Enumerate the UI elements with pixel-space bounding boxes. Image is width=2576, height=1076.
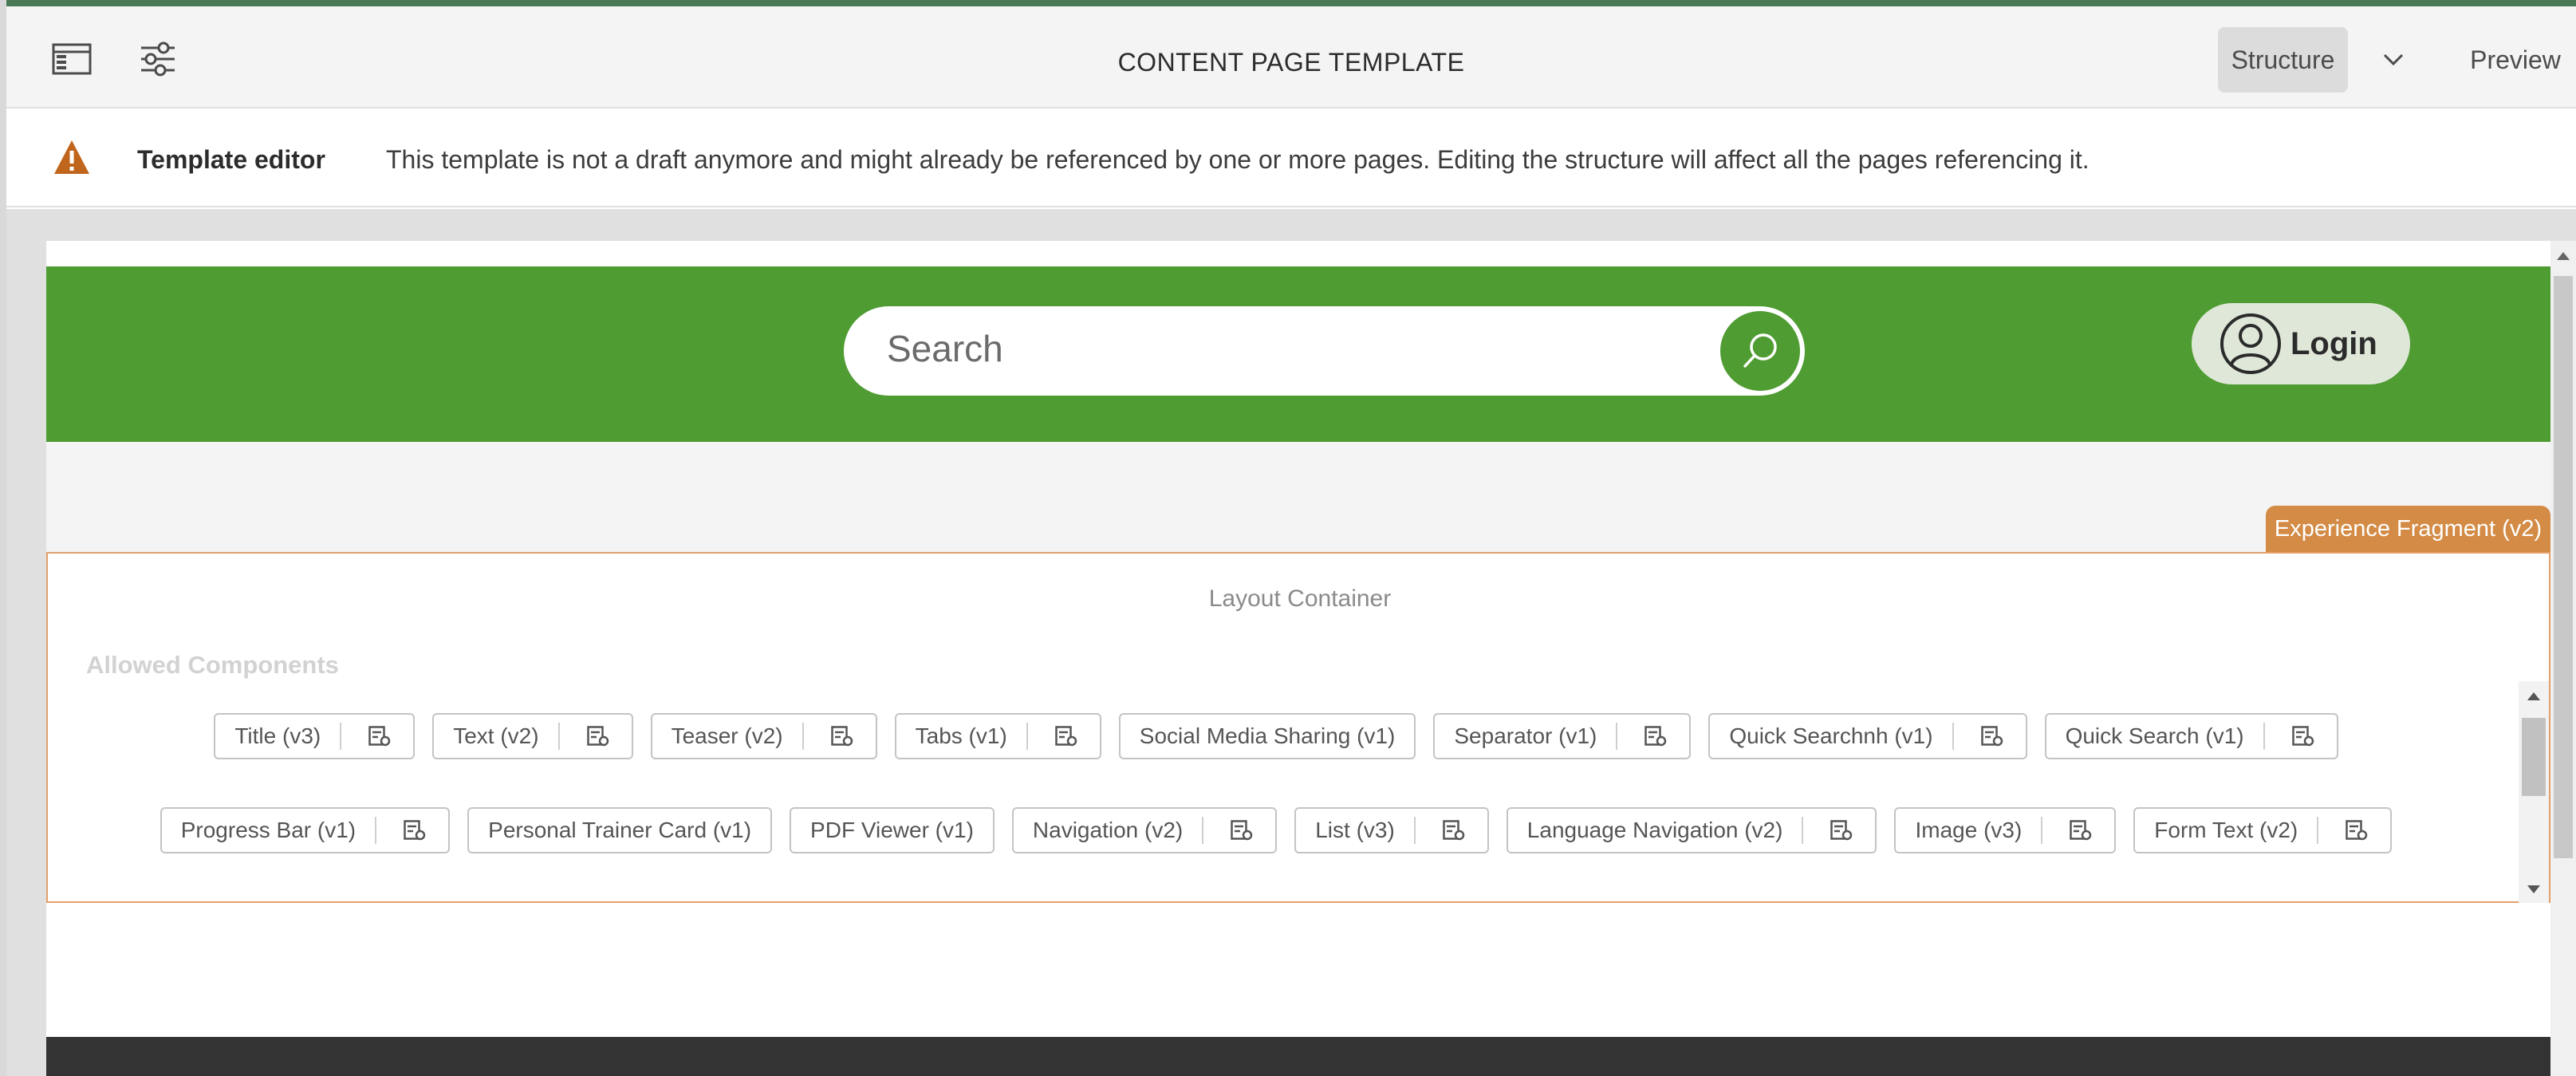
component-policy-button[interactable] [1954, 726, 2026, 747]
component-label: Social Media Sharing (v1) [1139, 723, 1396, 748]
component-chip[interactable]: Title (v3) [214, 713, 416, 759]
component-policy-button[interactable] [376, 820, 448, 841]
component-chip[interactable]: Language Navigation (v2) [1506, 807, 1877, 853]
search-button[interactable] [1720, 311, 1800, 391]
component-label: Tabs (v1) [915, 723, 1007, 748]
component-policy-button[interactable] [1416, 820, 1487, 841]
component-chip[interactable]: Social Media Sharing (v1) [1118, 713, 1416, 759]
component-chip[interactable]: Teaser (v2) [650, 713, 877, 759]
components-scrollbar[interactable] [2519, 681, 2549, 903]
component-chip[interactable]: List (v3) [1294, 807, 1489, 853]
site-footer[interactable] [46, 1037, 2550, 1076]
layout-container[interactable]: Layout Container Allowed Components Titl… [46, 552, 2550, 903]
components-row-1: Title (v3) Text (v2) Teaser (v2) Tabs (v… [48, 713, 2504, 759]
component-chip[interactable]: Tabs (v1) [894, 713, 1101, 759]
component-chip[interactable]: Form Text (v2) [2133, 807, 2393, 853]
component-policy-button[interactable] [2265, 726, 2337, 747]
component-label: Language Navigation (v2) [1526, 818, 1783, 842]
component-policy-button[interactable] [804, 726, 876, 747]
allowed-components-label: Allowed Components [86, 651, 339, 679]
component-chip[interactable]: Text (v2) [432, 713, 633, 759]
component-label: Teaser (v2) [671, 723, 783, 748]
scroll-down-arrow-icon[interactable] [2527, 885, 2540, 893]
component-label: Text (v2) [453, 723, 539, 748]
warning-icon [54, 140, 89, 174]
preview-mode-button[interactable]: Preview [2455, 27, 2576, 93]
editor-header: CONTENT PAGE TEMPLATE Structure Preview [6, 6, 2576, 108]
policy-icon [1644, 726, 1667, 747]
component-label: Navigation (v2) [1032, 818, 1184, 842]
site-search-box[interactable]: Search [844, 306, 1805, 396]
component-policy-button[interactable] [2042, 820, 2114, 841]
component-label: Quick Searchnh (v1) [1729, 723, 1933, 748]
structure-mode-button[interactable]: Structure [2218, 27, 2348, 93]
alert-title: Template editor [137, 145, 325, 174]
component-chip[interactable]: Progress Bar (v1) [160, 807, 451, 853]
scroll-up-arrow-icon[interactable] [2527, 692, 2540, 700]
component-label: PDF Viewer (v1) [810, 818, 974, 842]
policy-icon [1055, 726, 1077, 747]
component-label: Title (v3) [234, 723, 321, 748]
policy-icon [830, 726, 853, 747]
component-label: List (v3) [1315, 818, 1395, 842]
components-row-2: Progress Bar (v1) Personal Trainer Card … [48, 807, 2504, 853]
editor-canvas: Search Login Experience Fragment (v2) La… [6, 209, 2576, 1076]
login-button[interactable]: Login [2192, 303, 2410, 384]
component-chip[interactable]: Quick Search (v1) [2044, 713, 2338, 759]
component-chip[interactable]: PDF Viewer (v1) [790, 807, 995, 853]
component-policy-button[interactable] [1803, 820, 1875, 841]
page-title: CONTENT PAGE TEMPLATE [1117, 48, 1465, 77]
component-policy-button[interactable] [1028, 726, 1100, 747]
component-chip[interactable]: Personal Trainer Card (v1) [467, 807, 773, 853]
left-edge [0, 0, 6, 1076]
policy-icon [1830, 820, 1853, 841]
layout-container-label: Layout Container [1208, 585, 1392, 612]
component-label: Personal Trainer Card (v1) [488, 818, 752, 842]
scrollbar-thumb[interactable] [2522, 718, 2546, 796]
mode-menu-button[interactable] [2369, 27, 2417, 93]
experience-fragment-tag[interactable]: Experience Fragment (v2) [2266, 506, 2550, 552]
component-policy-button[interactable] [2318, 820, 2390, 841]
policy-icon [2070, 820, 2092, 841]
component-chip[interactable]: Navigation (v2) [1011, 807, 1278, 853]
scroll-up-arrow-icon[interactable] [2557, 252, 2570, 260]
search-input[interactable]: Search [887, 327, 1003, 370]
component-chip[interactable]: Quick Searchnh (v1) [1708, 713, 2027, 759]
policy-icon [2291, 726, 2314, 747]
component-label: Quick Search (v1) [2065, 723, 2244, 748]
canvas-scrollbar[interactable] [2550, 241, 2576, 1076]
component-label: Separator (v1) [1454, 723, 1597, 748]
component-label: Form Text (v2) [2154, 818, 2298, 842]
component-chip[interactable]: Image (v3) [1894, 807, 2117, 853]
alert-message: This template is not a draft anymore and… [386, 145, 2090, 174]
search-icon [1743, 333, 1777, 368]
policy-icon [2346, 820, 2368, 841]
component-chip[interactable]: Separator (v1) [1433, 713, 1692, 759]
component-policy-button[interactable] [1617, 726, 1689, 747]
policy-icon [586, 726, 609, 747]
component-policy-button[interactable] [1203, 820, 1275, 841]
component-policy-button[interactable] [560, 726, 632, 747]
user-icon [2220, 313, 2281, 374]
top-accent-line [0, 0, 2576, 6]
policy-icon [1443, 820, 1465, 841]
scrollbar-thumb[interactable] [2554, 276, 2573, 858]
policy-icon [404, 820, 426, 841]
policy-icon [1231, 820, 1253, 841]
chevron-down-icon [2383, 53, 2404, 66]
site-header[interactable]: Search Login [46, 266, 2550, 442]
component-policy-button[interactable] [341, 726, 413, 747]
experience-fragment-area[interactable] [46, 442, 2550, 552]
policy-icon [368, 726, 391, 747]
component-label: Progress Bar (v1) [180, 818, 356, 842]
login-label: Login [2290, 325, 2377, 361]
page-frame: Search Login Experience Fragment (v2) La… [46, 241, 2550, 1076]
policy-icon [1980, 726, 2003, 747]
component-label: Image (v3) [1915, 818, 2023, 842]
template-alert: Template editor This template is not a d… [6, 110, 2576, 207]
